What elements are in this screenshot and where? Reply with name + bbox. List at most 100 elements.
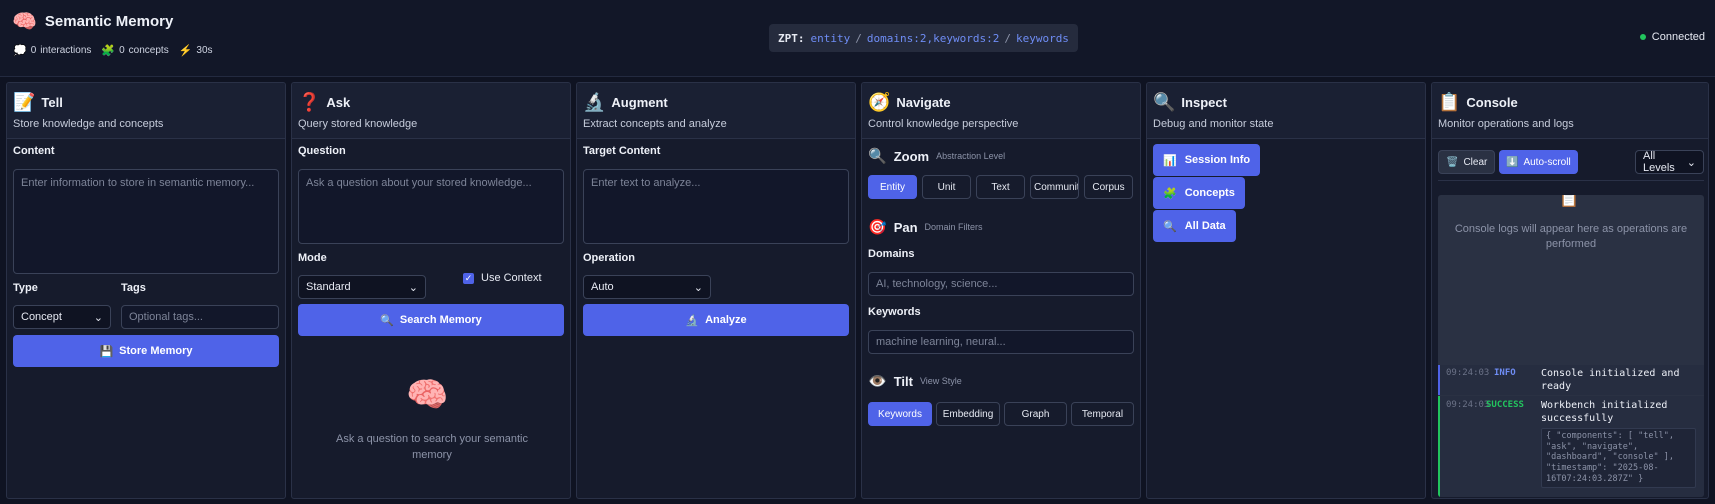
keywords-input[interactable]: machine learning, neural... — [868, 330, 1134, 354]
interactions-stat: 💭 0 interactions — [13, 44, 91, 57]
zoom-option-community[interactable]: Community — [1030, 175, 1079, 199]
bar-chart-icon: 📊 — [1163, 154, 1177, 167]
inspect-header: 🔍 Inspect Debug and monitor state — [1147, 83, 1425, 139]
use-context-toggle[interactable]: ✓ Use Context — [463, 272, 542, 284]
mode-select-value: Standard — [306, 281, 351, 293]
checkbox-checked-icon[interactable]: ✓ — [463, 272, 474, 284]
operation-select-value: Auto — [591, 281, 614, 293]
stats-bar: 💭 0 interactions 🧩 0 concepts ⚡ 30s — [13, 44, 213, 57]
log-level-value: All Levels — [1643, 150, 1675, 174]
chevron-down-icon: ⌄ — [93, 311, 103, 324]
operation-label: Operation — [583, 252, 635, 264]
clear-label: Clear — [1463, 156, 1488, 168]
chevron-down-icon: ⌄ — [693, 281, 703, 294]
inspect-panel: 🔍 Inspect Debug and monitor state 📊 Sessi… — [1146, 82, 1426, 499]
concepts-label: Concepts — [1184, 187, 1235, 199]
memo-icon: 📝 — [13, 91, 36, 112]
analyze-button[interactable]: 🔬 Analyze — [583, 304, 849, 336]
navigate-panel: 🧭 Navigate Control knowledge perspective … — [861, 82, 1141, 499]
augment-header: 🔬 Augment Extract concepts and analyze — [577, 83, 855, 139]
magnifier-icon: 🔍 — [1163, 220, 1177, 233]
domains-input[interactable]: AI, technology, science... — [868, 272, 1134, 296]
interactions-count: 0 — [30, 45, 37, 56]
tilt-option-temporal[interactable]: Temporal — [1071, 402, 1134, 426]
all-data-button[interactable]: 🔍 All Data — [1153, 210, 1236, 242]
concepts-stat: 🧩 0 concepts — [101, 44, 168, 57]
tilt-option-keywords[interactable]: Keywords — [868, 402, 932, 426]
zoom-title: Zoom — [893, 148, 930, 164]
log-entry: 09:24:03 SUCCESS Workbench initialized s… — [1438, 396, 1704, 497]
compass-icon: 🧭 — [868, 91, 891, 112]
interval-stat: ⚡ 30s — [179, 44, 213, 57]
ask-subtitle: Query stored knowledge — [298, 118, 418, 130]
operation-select[interactable]: Auto ⌄ — [583, 275, 711, 299]
zoom-option-text[interactable]: Text — [976, 175, 1025, 199]
content-textarea[interactable]: Enter information to store in semantic m… — [13, 169, 279, 274]
console-subtitle: Monitor operations and logs — [1438, 118, 1574, 130]
console-log-area[interactable]: 📋 Console logs will appear here as opera… — [1438, 195, 1704, 497]
target-icon: 🎯 — [868, 219, 887, 236]
concepts-button[interactable]: 🧩 Concepts — [1153, 177, 1245, 209]
brand: 🧠 Semantic Memory — [12, 9, 173, 34]
keywords-label: Keywords — [868, 306, 921, 318]
analyze-label: Analyze — [705, 314, 747, 326]
tags-input[interactable]: Optional tags... — [121, 305, 279, 329]
domains-label: Domains — [868, 248, 915, 260]
autoscroll-button[interactable]: ⬇️ Auto-scroll — [1499, 150, 1578, 174]
tilt-option-graph[interactable]: Graph — [1004, 402, 1067, 426]
pan-title: Pan — [893, 219, 918, 235]
clear-button[interactable]: 🗑️ Clear — [1438, 150, 1496, 174]
eye-icon: 👁️ — [868, 373, 887, 390]
connection-label: Connected — [1651, 31, 1705, 43]
store-memory-button[interactable]: 💾 Store Memory — [13, 335, 279, 367]
type-select[interactable]: Concept ⌄ — [13, 305, 111, 329]
concepts-count: 0 — [119, 45, 125, 56]
clipboard-icon: 📋 — [1559, 195, 1579, 208]
zoom-option-entity[interactable]: Entity — [868, 175, 917, 199]
app-title: Semantic Memory — [44, 13, 174, 30]
zpt-separator: / — [855, 31, 862, 45]
zpt-label: ZPT: — [778, 31, 805, 45]
log-level: INFO — [1494, 368, 1516, 378]
divider — [1438, 180, 1704, 181]
session-info-button[interactable]: 📊 Session Info — [1153, 144, 1261, 176]
microscope-icon: 🔬 — [685, 314, 700, 327]
tilt-option-embedding[interactable]: Embedding — [936, 402, 1000, 426]
log-level-select[interactable]: All Levels ⌄ — [1635, 150, 1704, 174]
console-header: 📋 Console Monitor operations and logs — [1432, 83, 1708, 139]
console-title: Console — [1466, 94, 1518, 110]
store-memory-label: Store Memory — [119, 345, 193, 357]
log-message: Workbench initialized successfully — [1541, 400, 1668, 424]
target-content-textarea[interactable]: Enter text to analyze... — [583, 169, 849, 244]
zoom-option-unit[interactable]: Unit — [922, 175, 971, 199]
zpt-tilt-link[interactable]: keywords — [1016, 32, 1069, 45]
zoom-section-title: 🔍 Zoom Abstraction Level — [868, 147, 1005, 165]
inspect-subtitle: Debug and monitor state — [1153, 118, 1274, 130]
ask-panel: ❓ Ask Query stored knowledge Question Ask… — [291, 82, 571, 499]
augment-title: Augment — [611, 94, 668, 110]
zpt-pan-link[interactable]: domains:2,keywords:2 — [867, 32, 999, 45]
tags-label: Tags — [121, 282, 146, 294]
zpt-zoom-link[interactable]: entity — [811, 32, 851, 45]
log-time: 09:24:03 — [1446, 400, 1490, 410]
concepts-label: concepts — [128, 45, 169, 56]
tell-subtitle: Store knowledge and concepts — [13, 118, 164, 130]
ask-empty-state: Ask a question to search your semantic m… — [336, 433, 528, 461]
ask-title: Ask — [326, 94, 351, 110]
puzzle-icon: 🧩 — [1163, 187, 1177, 200]
download-arrow-icon: ⬇️ — [1506, 156, 1519, 168]
inspect-title: Inspect — [1181, 94, 1227, 110]
interactions-label: interactions — [40, 45, 92, 56]
search-memory-button[interactable]: 🔍 Search Memory — [298, 304, 564, 336]
connection-status: Connected — [1639, 31, 1705, 43]
zpt-indicator: ZPT: entity / domains:2,keywords:2 / key… — [769, 24, 1078, 52]
mode-select[interactable]: Standard ⌄ — [298, 275, 426, 299]
target-content-label: Target Content — [583, 145, 661, 157]
zpt-separator: / — [1004, 31, 1011, 45]
use-context-label: Use Context — [481, 272, 542, 284]
navigate-header: 🧭 Navigate Control knowledge perspective — [862, 83, 1140, 139]
zoom-option-corpus[interactable]: Corpus — [1084, 175, 1133, 199]
ask-header: ❓ Ask Query stored knowledge — [292, 83, 570, 139]
question-textarea[interactable]: Ask a question about your stored knowled… — [298, 169, 564, 244]
autoscroll-label: Auto-scroll — [1523, 156, 1571, 168]
